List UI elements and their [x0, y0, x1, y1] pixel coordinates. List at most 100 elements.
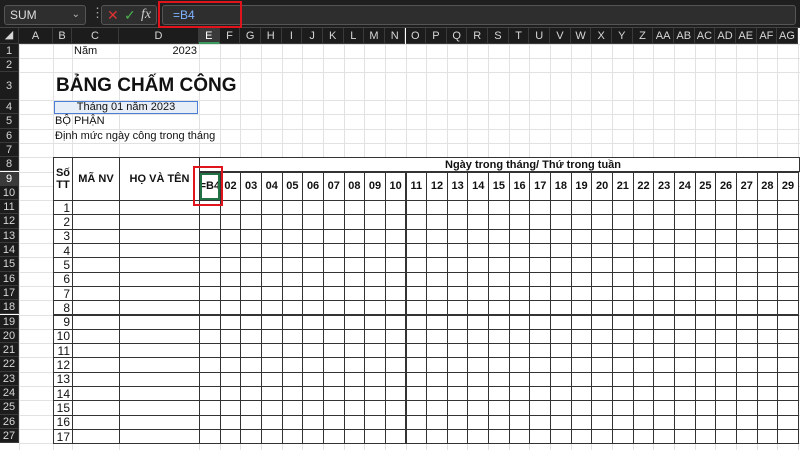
row-employee-code[interactable]: [72, 386, 120, 402]
row-day-cell[interactable]: [405, 243, 428, 259]
row-day-cell[interactable]: [694, 314, 717, 330]
row-day-cell[interactable]: [653, 428, 675, 445]
row-day-cell[interactable]: [426, 214, 448, 230]
row-day-cell[interactable]: [302, 200, 324, 216]
row-day-cell[interactable]: [777, 414, 799, 430]
row-day-cell[interactable]: [777, 314, 799, 330]
row-day-cell[interactable]: [756, 357, 779, 373]
row-day-cell[interactable]: [694, 328, 717, 345]
row-day-cell[interactable]: [591, 228, 613, 244]
row-day-cell[interactable]: [199, 243, 221, 259]
row-day-cell[interactable]: [529, 300, 552, 316]
row-day-cell[interactable]: [240, 371, 262, 387]
row-day-cell[interactable]: [612, 343, 634, 359]
row-day-cell[interactable]: [529, 414, 552, 430]
row-day-cell[interactable]: [446, 214, 469, 230]
row-day-cell[interactable]: [199, 214, 221, 230]
row-day-cell[interactable]: [384, 428, 407, 445]
row-day-cell[interactable]: [508, 243, 531, 259]
row-day-cell[interactable]: [260, 200, 283, 216]
row-header-6[interactable]: 6: [0, 128, 19, 143]
row-day-cell[interactable]: [715, 428, 737, 445]
row-day-cell[interactable]: [219, 285, 242, 302]
row-day-cell[interactable]: [467, 228, 490, 244]
day-header-5[interactable]: 05: [281, 171, 304, 202]
day-header-11[interactable]: 11: [405, 171, 428, 202]
row-day-cell[interactable]: [364, 300, 386, 316]
row-day-cell[interactable]: [529, 285, 552, 302]
row-day-cell[interactable]: [570, 243, 593, 259]
row-day-cell[interactable]: [219, 243, 242, 259]
row-stt[interactable]: 10: [53, 328, 73, 345]
row-day-cell[interactable]: [384, 400, 407, 416]
row-day-cell[interactable]: [653, 400, 675, 416]
row-day-cell[interactable]: [240, 357, 262, 373]
row-day-cell[interactable]: [384, 300, 407, 316]
row-day-cell[interactable]: [508, 400, 531, 416]
row-day-cell[interactable]: [281, 285, 304, 302]
select-all-corner[interactable]: ◢: [0, 28, 19, 44]
row-day-cell[interactable]: [302, 328, 324, 345]
row-day-cell[interactable]: [673, 357, 696, 373]
column-header-AB[interactable]: AB: [673, 28, 695, 44]
row-day-cell[interactable]: [550, 228, 572, 244]
day-header-17[interactable]: 17: [529, 171, 552, 202]
row-day-cell[interactable]: [653, 271, 675, 287]
row-day-cell[interactable]: [446, 285, 469, 302]
row-day-cell[interactable]: [219, 386, 242, 402]
row-day-cell[interactable]: [364, 428, 386, 445]
day-header-3[interactable]: 03: [240, 171, 262, 202]
row-day-cell[interactable]: [302, 400, 324, 416]
row-day-cell[interactable]: [488, 285, 510, 302]
row-day-cell[interactable]: [612, 428, 634, 445]
row-day-cell[interactable]: [694, 414, 717, 430]
row-header-27[interactable]: 27: [0, 428, 19, 444]
row-header-15[interactable]: 15: [0, 257, 19, 272]
row-day-cell[interactable]: [508, 428, 531, 445]
row-day-cell[interactable]: [467, 257, 490, 273]
row-day-cell[interactable]: [281, 257, 304, 273]
row-day-cell[interactable]: [260, 328, 283, 345]
worksheet-grid[interactable]: ◢ A B C D E F G H I J K L M N O P Q R S T U V W X Y Z AA AB AC AD AE AF A…: [0, 28, 800, 450]
row-day-cell[interactable]: [219, 200, 242, 216]
row-day-cell[interactable]: [488, 300, 510, 316]
row-day-cell[interactable]: [715, 228, 737, 244]
row-day-cell[interactable]: [508, 357, 531, 373]
row-day-cell[interactable]: [405, 414, 428, 430]
quota-label[interactable]: Định mức ngày công trong tháng: [55, 130, 215, 142]
row-day-cell[interactable]: [756, 300, 779, 316]
row-stt[interactable]: 14: [53, 386, 73, 402]
day-header-13[interactable]: 13: [446, 171, 469, 202]
row-employee-code[interactable]: [72, 257, 120, 273]
row-day-cell[interactable]: [302, 257, 324, 273]
row-day-cell[interactable]: [591, 214, 613, 230]
row-day-cell[interactable]: [322, 400, 345, 416]
row-day-cell[interactable]: [322, 271, 345, 287]
row-day-cell[interactable]: [343, 357, 366, 373]
row-day-cell[interactable]: [219, 271, 242, 287]
row-day-cell[interactable]: [446, 357, 469, 373]
row-day-cell[interactable]: [508, 257, 531, 273]
row-stt[interactable]: 16: [53, 414, 73, 430]
row-day-cell[interactable]: [281, 414, 304, 430]
row-day-cell[interactable]: [632, 414, 655, 430]
day-header-23[interactable]: 23: [653, 171, 675, 202]
row-day-cell[interactable]: [426, 414, 448, 430]
row-day-cell[interactable]: [343, 400, 366, 416]
row-day-cell[interactable]: [426, 285, 448, 302]
row-stt[interactable]: 6: [53, 271, 73, 287]
row-day-cell[interactable]: [715, 271, 737, 287]
day-header-9[interactable]: 09: [364, 171, 386, 202]
row-day-cell[interactable]: [777, 285, 799, 302]
column-header-F[interactable]: F: [219, 28, 241, 44]
row-stt[interactable]: 2: [53, 214, 73, 230]
row-stt[interactable]: 13: [53, 371, 73, 387]
row-day-cell[interactable]: [384, 285, 407, 302]
column-header-AA[interactable]: AA: [653, 28, 674, 44]
day-header-19[interactable]: 19: [570, 171, 593, 202]
row-day-cell[interactable]: [653, 228, 675, 244]
row-day-cell[interactable]: [343, 386, 366, 402]
row-day-cell[interactable]: [550, 243, 572, 259]
row-day-cell[interactable]: [302, 314, 324, 330]
row-stt[interactable]: 3: [53, 228, 73, 244]
